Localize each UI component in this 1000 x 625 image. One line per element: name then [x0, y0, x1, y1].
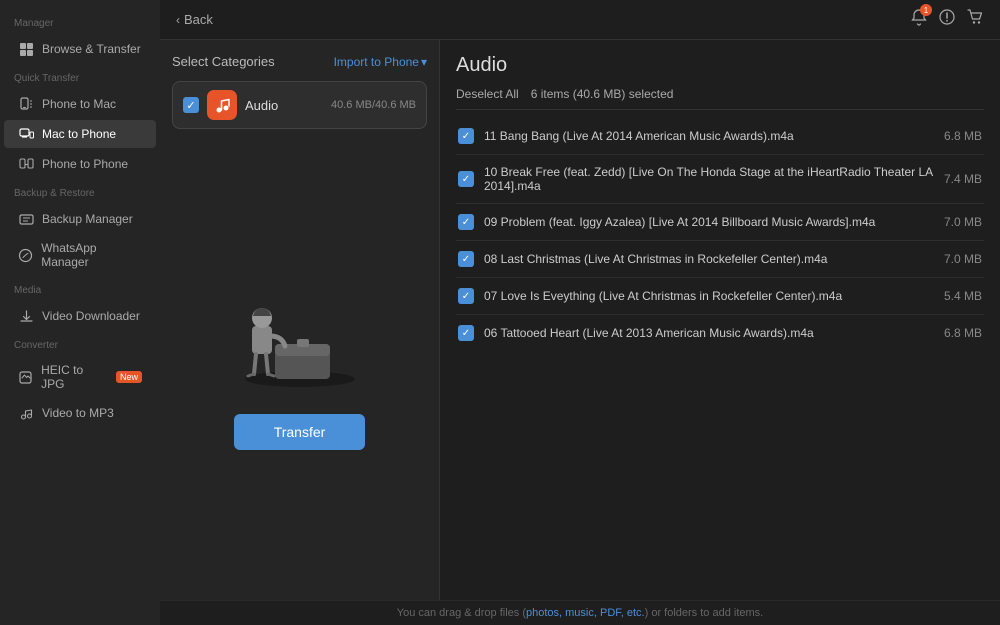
audio-item-size-4: 5.4 MB	[944, 289, 982, 303]
mac-to-phone-icon	[18, 126, 34, 142]
cart-button[interactable]	[966, 8, 984, 31]
bottom-bar-link[interactable]: photos, music, PDF, etc.	[526, 607, 645, 619]
phone-to-mac-icon	[18, 96, 34, 112]
audio-item-checkbox-1[interactable]: ✓	[458, 171, 474, 187]
sidebar-item-whatsapp-manager[interactable]: WhatsApp Manager	[4, 235, 156, 275]
audio-item: ✓ 08 Last Christmas (Live At Christmas i…	[456, 241, 984, 278]
sidebar-item-browse-transfer[interactable]: Browse & Transfer	[4, 35, 156, 63]
audio-item-checkbox-3[interactable]: ✓	[458, 251, 474, 267]
audio-item-name-5: 06 Tattooed Heart (Live At 2013 American…	[484, 326, 934, 340]
notification-badge: 1	[920, 4, 932, 16]
audio-item-name-1: 10 Break Free (feat. Zedd) [Live On The …	[484, 165, 934, 193]
audio-item-checkbox-2[interactable]: ✓	[458, 214, 474, 230]
bottom-bar: You can drag & drop files (photos, music…	[160, 600, 1000, 625]
sidebar-section-media: Media	[0, 277, 160, 300]
backup-manager-icon	[18, 211, 34, 227]
sidebar-item-label: Video Downloader	[42, 309, 140, 323]
browse-transfer-icon	[18, 41, 34, 57]
audio-item-size-2: 7.0 MB	[944, 215, 982, 229]
sidebar-item-label: Mac to Phone	[42, 127, 116, 141]
sidebar-item-label: HEIC to JPG	[41, 363, 106, 391]
new-badge: New	[116, 371, 142, 383]
sidebar-section-converter: Converter	[0, 332, 160, 355]
sidebar-item-label: WhatsApp Manager	[41, 241, 142, 269]
illustration-area: Transfer	[172, 137, 427, 586]
main-area: ‹ Back 1	[160, 0, 1000, 625]
cart-icon	[966, 8, 984, 26]
audio-item: ✓ 10 Break Free (feat. Zedd) [Live On Th…	[456, 155, 984, 204]
left-panel-header: Select Categories Import to Phone ▾	[172, 54, 427, 69]
audio-list: ✓ 11 Bang Bang (Live At 2014 American Mu…	[456, 118, 984, 586]
sidebar-item-label: Phone to Phone	[42, 157, 128, 171]
notification-button[interactable]: 1	[910, 8, 928, 31]
audio-item: ✓ 11 Bang Bang (Live At 2014 American Mu…	[456, 118, 984, 155]
bottom-bar-text-after: ) or folders to add items.	[645, 607, 764, 619]
video-downloader-icon	[18, 308, 34, 324]
sidebar-item-mac-to-phone[interactable]: Mac to Phone	[4, 120, 156, 148]
transfer-button[interactable]: Transfer	[234, 414, 366, 450]
back-button[interactable]: ‹ Back	[176, 12, 213, 27]
sidebar-item-video-to-mp3[interactable]: Video to MP3	[4, 399, 156, 427]
sidebar-item-phone-to-mac[interactable]: Phone to Mac	[4, 90, 156, 118]
back-chevron-icon: ‹	[176, 13, 180, 27]
sidebar-item-video-downloader[interactable]: Video Downloader	[4, 302, 156, 330]
right-panel: Audio Deselect All 6 items (40.6 MB) sel…	[440, 40, 1000, 600]
items-selected-count: 6 items (40.6 MB) selected	[531, 87, 674, 101]
sidebar-item-label: Video to MP3	[42, 406, 114, 420]
illustration	[220, 274, 380, 394]
sidebar-item-label: Backup Manager	[42, 212, 133, 226]
audio-category-icon	[207, 90, 237, 120]
audio-item-size-1: 7.4 MB	[944, 172, 982, 186]
sidebar-item-backup-manager[interactable]: Backup Manager	[4, 205, 156, 233]
audio-item-size-0: 6.8 MB	[944, 129, 982, 143]
back-label: Back	[184, 12, 213, 27]
heic-icon	[18, 369, 33, 385]
sidebar-item-heic-to-jpg[interactable]: HEIC to JPG New	[4, 357, 156, 397]
category-audio-item[interactable]: ✓ Audio 40.6 MB/40.6 MB	[172, 81, 427, 129]
audio-item: ✓ 07 Love Is Eveything (Live At Christma…	[456, 278, 984, 315]
sidebar-item-phone-to-phone[interactable]: Phone to Phone	[4, 150, 156, 178]
deselect-all-button[interactable]: Deselect All	[456, 87, 519, 101]
phone-to-phone-icon	[18, 156, 34, 172]
audio-item-checkbox-4[interactable]: ✓	[458, 288, 474, 304]
topbar-actions: 1	[910, 8, 984, 31]
audio-item-name-3: 08 Last Christmas (Live At Christmas in …	[484, 252, 934, 266]
category-size: 40.6 MB/40.6 MB	[331, 99, 416, 111]
sidebar-section-quick-transfer: Quick Transfer	[0, 65, 160, 88]
audio-item: ✓ 06 Tattooed Heart (Live At 2013 Americ…	[456, 315, 984, 351]
sidebar-section-manager: Manager	[0, 10, 160, 33]
sidebar: Manager Browse & Transfer Quick Transfer…	[0, 0, 160, 625]
topbar: ‹ Back 1	[160, 0, 1000, 40]
video-to-mp3-icon	[18, 405, 34, 421]
audio-item-checkbox-0[interactable]: ✓	[458, 128, 474, 144]
audio-item-size-3: 7.0 MB	[944, 252, 982, 266]
category-name: Audio	[245, 98, 323, 113]
alert-icon	[938, 8, 956, 26]
bottom-bar-text-before: You can drag & drop files (	[397, 607, 526, 619]
audio-title: Audio	[456, 54, 984, 77]
audio-item-checkbox-5[interactable]: ✓	[458, 325, 474, 341]
audio-list-header: Deselect All 6 items (40.6 MB) selected	[456, 87, 984, 110]
audio-item-size-5: 6.8 MB	[944, 326, 982, 340]
audio-item-name-4: 07 Love Is Eveything (Live At Christmas …	[484, 289, 934, 303]
sidebar-section-backup: Backup & Restore	[0, 180, 160, 203]
whatsapp-icon	[18, 247, 33, 263]
import-chevron-icon: ▾	[421, 55, 427, 69]
content-area: Select Categories Import to Phone ▾ ✓ Au…	[160, 40, 1000, 600]
alert-button[interactable]	[938, 8, 956, 31]
audio-item-name-0: 11 Bang Bang (Live At 2014 American Musi…	[484, 129, 934, 143]
left-panel: Select Categories Import to Phone ▾ ✓ Au…	[160, 40, 440, 600]
sidebar-item-label: Browse & Transfer	[42, 42, 141, 56]
audio-item-name-2: 09 Problem (feat. Iggy Azalea) [Live At …	[484, 215, 934, 229]
audio-checkbox[interactable]: ✓	[183, 97, 199, 113]
import-to-phone-button[interactable]: Import to Phone ▾	[334, 55, 427, 69]
select-categories-title: Select Categories	[172, 54, 275, 69]
sidebar-item-label: Phone to Mac	[42, 97, 116, 111]
audio-item: ✓ 09 Problem (feat. Iggy Azalea) [Live A…	[456, 204, 984, 241]
import-label: Import to Phone	[334, 55, 419, 69]
